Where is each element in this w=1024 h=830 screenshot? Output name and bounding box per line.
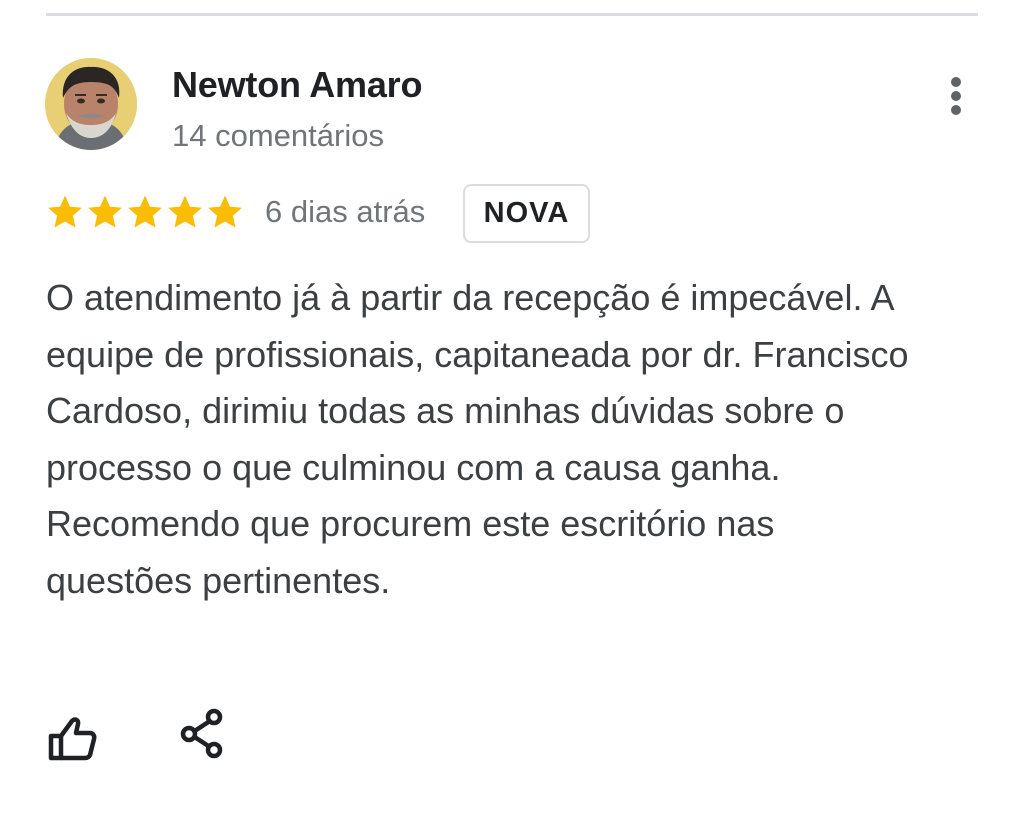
star-icon — [168, 195, 202, 228]
reviewer-comment-count: 14 comentários — [172, 118, 384, 153]
user-photo-icon — [45, 58, 137, 150]
like-button[interactable] — [46, 712, 100, 766]
review-time: 6 dias atrás — [265, 194, 426, 229]
share-icon — [180, 708, 223, 759]
avatar[interactable] — [45, 58, 137, 150]
new-badge: NOVA — [463, 184, 590, 243]
star-icon — [208, 195, 242, 228]
share-button[interactable] — [178, 708, 228, 760]
star-rating — [45, 188, 245, 236]
star-icon — [128, 195, 162, 228]
star-icon — [48, 195, 82, 228]
more-options-button[interactable] — [938, 72, 974, 120]
review-card: Newton Amaro 14 comentários 6 dias atrás… — [0, 0, 1024, 830]
thumbs-up-icon — [48, 717, 97, 761]
reviewer-name[interactable]: Newton Amaro — [172, 64, 422, 106]
review-text: O atendimento já à partir da recepção é … — [46, 277, 909, 601]
star-icon — [88, 195, 122, 228]
